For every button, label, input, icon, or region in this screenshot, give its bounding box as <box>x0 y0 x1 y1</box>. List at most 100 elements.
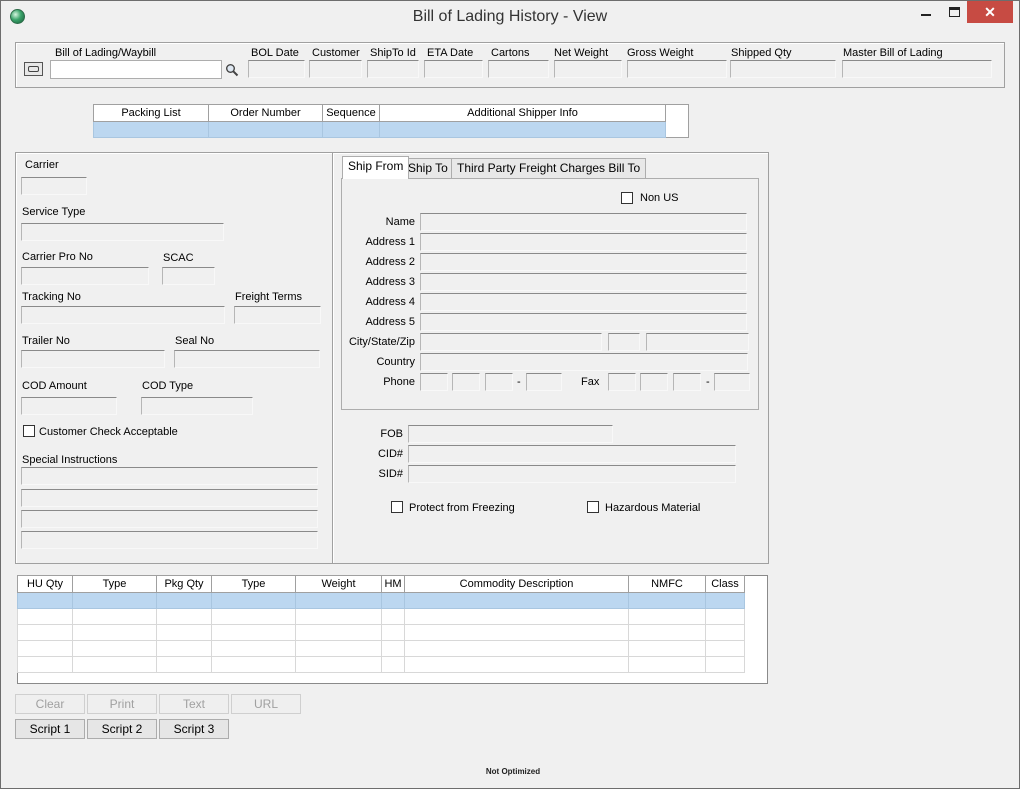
phone-dash: - <box>517 376 521 388</box>
address3-field[interactable] <box>420 273 747 291</box>
fax-ext-field[interactable] <box>714 373 750 391</box>
trailer-no-field[interactable] <box>21 350 165 368</box>
clear-button[interactable]: Clear <box>15 694 85 714</box>
eta-date-label: ETA Date <box>427 47 474 59</box>
hazardous-checkbox[interactable] <box>587 501 599 513</box>
master-bol-label: Master Bill of Lading <box>843 47 943 59</box>
phone-ext-field[interactable] <box>526 373 562 391</box>
table-row[interactable] <box>17 640 745 657</box>
address2-field[interactable] <box>420 253 747 271</box>
commodity-grid[interactable]: HU Qty Type Pkg Qty Type Weight HM Commo… <box>17 575 745 673</box>
table-row[interactable] <box>17 624 745 641</box>
customer-field[interactable] <box>309 60 362 78</box>
commodity-col-header[interactable]: Weight <box>295 575 382 593</box>
commodity-col-header[interactable]: HM <box>381 575 405 593</box>
zip-field[interactable] <box>646 333 749 351</box>
city-field[interactable] <box>420 333 602 351</box>
shipto-id-field[interactable] <box>367 60 419 78</box>
commodity-col-header[interactable]: NMFC <box>628 575 706 593</box>
fax-part-field[interactable] <box>608 373 636 391</box>
bol-input[interactable] <box>50 60 222 79</box>
address4-field[interactable] <box>420 293 747 311</box>
commodity-col-header[interactable]: Pkg Qty <box>156 575 212 593</box>
text-button[interactable]: Text <box>159 694 229 714</box>
table-row[interactable] <box>17 656 745 673</box>
fax-part-field[interactable] <box>640 373 668 391</box>
commodity-col-header[interactable]: Commodity Description <box>404 575 629 593</box>
close-icon: ✕ <box>984 3 996 20</box>
cod-type-field[interactable] <box>141 397 253 415</box>
maximize-button[interactable] <box>941 1 967 23</box>
commodity-col-header[interactable]: Type <box>211 575 296 593</box>
packing-col-header[interactable]: Order Number <box>208 104 323 122</box>
table-row[interactable] <box>93 121 666 138</box>
special-instructions-line[interactable] <box>21 489 318 507</box>
carrier-field[interactable] <box>21 177 87 195</box>
bol-date-field[interactable] <box>248 60 305 78</box>
fob-field[interactable] <box>408 425 613 443</box>
seal-no-field[interactable] <box>174 350 320 368</box>
carrier-pro-no-field[interactable] <box>21 267 149 285</box>
phone-part-field[interactable] <box>485 373 513 391</box>
table-row[interactable] <box>17 608 745 625</box>
eta-date-field[interactable] <box>424 60 483 78</box>
country-label: Country <box>376 356 415 368</box>
packing-col-header[interactable]: Packing List <box>93 104 209 122</box>
search-icon[interactable] <box>225 63 239 77</box>
name-field[interactable] <box>420 213 747 231</box>
minimize-button[interactable] <box>911 1 941 23</box>
address5-field[interactable] <box>420 313 747 331</box>
customer-check-label: Customer Check Acceptable <box>39 426 178 438</box>
sid-field[interactable] <box>408 465 736 483</box>
bol-date-label: BOL Date <box>251 47 299 59</box>
service-type-field[interactable] <box>21 223 224 241</box>
master-bol-field[interactable] <box>842 60 992 78</box>
scac-field[interactable] <box>162 267 215 285</box>
tab-ship-from[interactable]: Ship From <box>342 156 410 179</box>
cartons-field[interactable] <box>488 60 549 78</box>
country-field[interactable] <box>420 353 748 371</box>
print-button[interactable]: Print <box>87 694 157 714</box>
url-button[interactable]: URL <box>231 694 301 714</box>
protect-freezing-checkbox[interactable] <box>391 501 403 513</box>
tab-ship-to[interactable]: Ship To <box>402 158 454 178</box>
trailer-no-label: Trailer No <box>22 335 70 347</box>
gross-weight-field[interactable] <box>627 60 727 78</box>
special-instructions-line[interactable] <box>21 510 318 528</box>
commodity-col-header[interactable]: Class <box>705 575 745 593</box>
gross-weight-label: Gross Weight <box>627 47 694 59</box>
freight-terms-field[interactable] <box>234 306 321 324</box>
customer-check-checkbox[interactable] <box>23 425 35 437</box>
state-field[interactable] <box>608 333 640 351</box>
cartons-label: Cartons <box>491 47 530 59</box>
address4-label: Address 4 <box>365 296 415 308</box>
packing-col-header[interactable]: Sequence <box>322 104 380 122</box>
cod-amount-field[interactable] <box>21 397 117 415</box>
tracking-no-field[interactable] <box>21 306 225 324</box>
non-us-checkbox[interactable] <box>621 192 633 204</box>
commodity-col-header[interactable]: HU Qty <box>17 575 73 593</box>
script2-button[interactable]: Script 2 <box>87 719 157 739</box>
packing-col-header[interactable]: Additional Shipper Info <box>379 104 666 122</box>
carrier-label: Carrier <box>25 159 59 171</box>
commodity-col-header[interactable]: Type <box>72 575 157 593</box>
lookup-card-icon[interactable] <box>24 62 43 76</box>
shipped-qty-field[interactable] <box>730 60 836 78</box>
packing-grid[interactable]: Packing List Order Number Sequence Addit… <box>93 104 666 138</box>
customer-label: Customer <box>312 47 360 59</box>
tab-third-party-bill-to[interactable]: Third Party Freight Charges Bill To <box>451 158 647 178</box>
table-row[interactable] <box>17 592 745 609</box>
special-instructions-line[interactable] <box>21 531 318 549</box>
address1-field[interactable] <box>420 233 747 251</box>
phone-part-field[interactable] <box>452 373 480 391</box>
fax-part-field[interactable] <box>673 373 701 391</box>
script3-button[interactable]: Script 3 <box>159 719 229 739</box>
cid-field[interactable] <box>408 445 736 463</box>
fax-dash: - <box>706 376 710 388</box>
phone-part-field[interactable] <box>420 373 448 391</box>
freight-terms-label: Freight Terms <box>235 291 303 303</box>
net-weight-field[interactable] <box>554 60 622 78</box>
close-button[interactable]: ✕ <box>967 1 1013 23</box>
script1-button[interactable]: Script 1 <box>15 719 85 739</box>
special-instructions-line[interactable] <box>21 467 318 485</box>
